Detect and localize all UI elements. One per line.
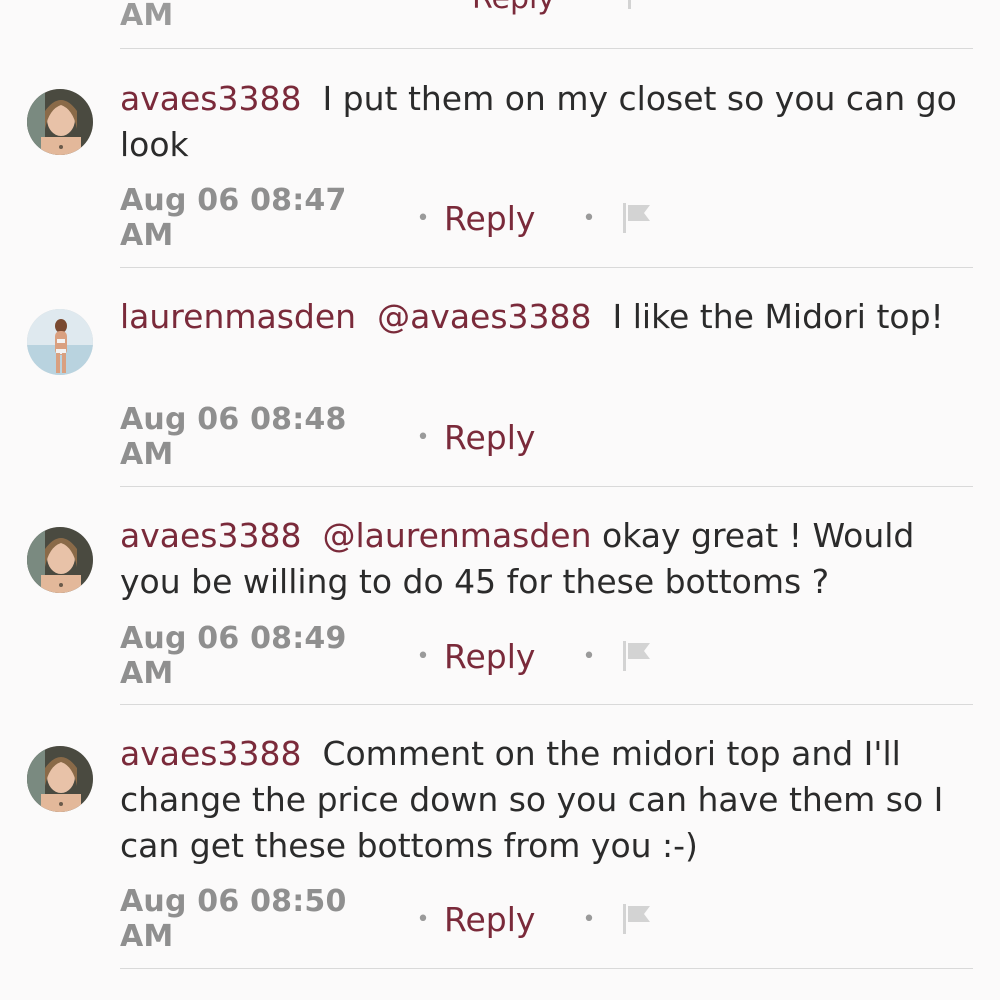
separator-dot: •	[416, 205, 430, 231]
timestamp: Aug 06 08:40 AM	[120, 0, 174, 33]
avatar[interactable]	[27, 309, 93, 375]
divider	[120, 968, 973, 969]
username-link[interactable]: avaes3388	[120, 79, 301, 118]
divider	[120, 704, 973, 705]
comment-body: avaes3388 Comment on the midori top and …	[120, 731, 980, 869]
comment-thread: Aug 06 08:40 AM Reply avaes3388 I put th…	[0, 0, 1000, 1000]
comment-meta: Aug 06 08:47 AM • Reply •	[120, 183, 654, 253]
avatar-avaes3388-icon	[27, 89, 93, 155]
timestamp: Aug 06 08:50 AM	[120, 884, 347, 954]
divider	[120, 486, 973, 487]
avatar-avaes3388-icon	[27, 746, 93, 812]
avatar-avaes3388-icon	[27, 527, 93, 593]
divider	[120, 48, 973, 49]
timestamp: Aug 06 08:47 AM	[120, 183, 347, 253]
timestamp: Aug 06 08:48 AM	[120, 402, 347, 472]
username-link[interactable]: laurenmasden	[120, 297, 356, 336]
flag-icon[interactable]	[620, 201, 654, 235]
comment-meta: Aug 06 08:50 AM • Reply •	[120, 884, 654, 954]
partial-comment-meta: Aug 06 08:40 AM Reply	[120, 0, 659, 33]
flag-icon[interactable]	[620, 902, 654, 936]
username-link[interactable]: avaes3388	[120, 734, 301, 773]
separator-dot: •	[582, 906, 596, 932]
comment-body: avaes3388 I put them on my closet so you…	[120, 76, 980, 168]
separator-dot: •	[582, 205, 596, 231]
separator-dot: •	[416, 643, 430, 669]
reply-button[interactable]: Reply	[444, 199, 568, 238]
separator-dot: •	[416, 906, 430, 932]
reply-button[interactable]: Reply	[444, 637, 568, 676]
reply-button[interactable]: Reply	[444, 900, 568, 939]
flag-icon[interactable]	[620, 639, 654, 673]
comment-text: I like the Midori top!	[612, 297, 944, 336]
avatar[interactable]	[27, 746, 93, 812]
avatar[interactable]	[27, 89, 93, 155]
username-link[interactable]: avaes3388	[120, 516, 301, 555]
comment-body: laurenmasden @avaes3388 I like the Midor…	[120, 294, 980, 340]
separator-dot: •	[582, 643, 596, 669]
flag-icon[interactable]	[625, 0, 659, 19]
comment-body: avaes3388 @laurenmasden okay great ! Wou…	[120, 513, 980, 605]
separator-dot: •	[416, 424, 430, 450]
avatar[interactable]	[27, 527, 93, 593]
timestamp: Aug 06 08:49 AM	[120, 621, 347, 691]
reply-button[interactable]: Reply	[472, 0, 555, 16]
reply-button[interactable]: Reply	[444, 418, 568, 457]
mention-link[interactable]: @laurenmasden	[322, 516, 591, 555]
avatar-laurenmasden-icon	[27, 309, 93, 375]
comment-meta: Aug 06 08:49 AM • Reply •	[120, 621, 654, 691]
divider	[120, 267, 973, 268]
comment-meta: Aug 06 08:48 AM • Reply	[120, 402, 568, 472]
mention-link[interactable]: @avaes3388	[377, 297, 591, 336]
